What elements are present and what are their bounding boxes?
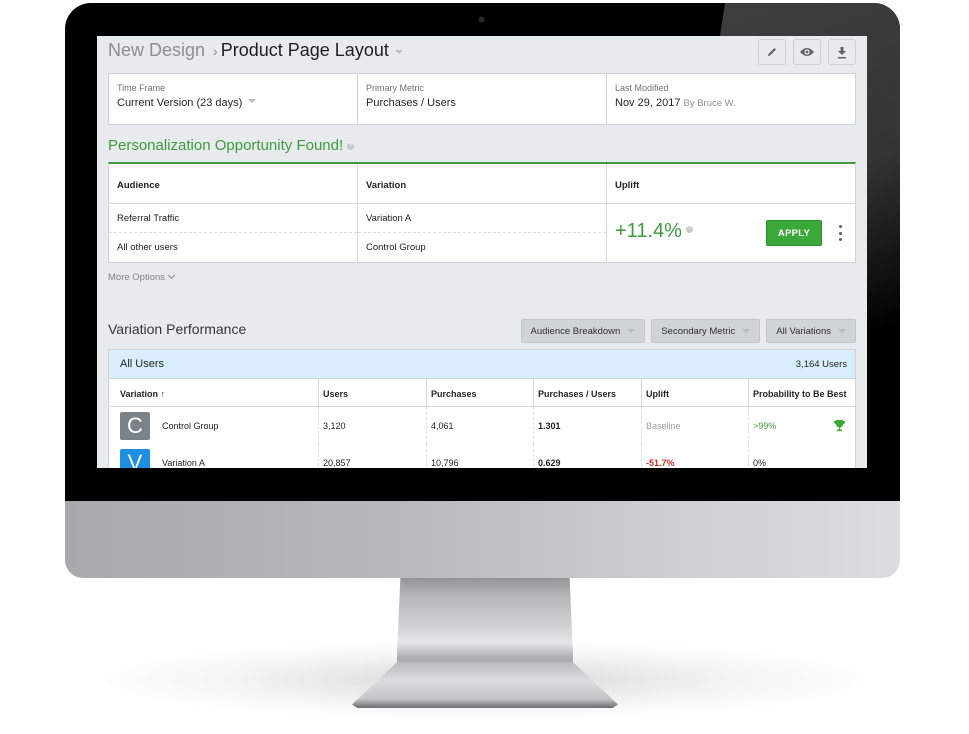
uplift-cell: -51.7% [642, 444, 749, 468]
chevron-down-icon[interactable] [394, 50, 403, 54]
dropdown-label: Audience Breakdown [530, 325, 621, 337]
variation-performance-table: All Users 3,164 Users Variation ↑ Users … [108, 349, 856, 468]
column-header-purchases-per-user[interactable]: Purchases / Users [534, 379, 642, 406]
monitor-stand-base [352, 662, 618, 708]
chevron-down-icon [167, 271, 176, 280]
audience-column: Referral Traffic All other users [109, 204, 358, 262]
page-title[interactable]: Product Page Layout [221, 40, 389, 61]
chevron-down-icon [248, 99, 257, 104]
purchases-cell: 10,796 [427, 444, 534, 468]
column-header-uplift: Uplift [615, 180, 640, 191]
performance-table-header: Variation ↑ Users Purchases Purchases / … [109, 379, 855, 407]
help-icon[interactable]: ? [685, 226, 693, 234]
segment-name: All Users [120, 358, 165, 370]
purchases-cell: 4,061 [427, 407, 534, 444]
preview-button[interactable] [793, 39, 821, 65]
download-button[interactable] [828, 39, 856, 65]
uplift-value-text: +11.4% [615, 220, 682, 242]
segment-row[interactable]: All Users 3,164 Users [109, 350, 855, 379]
trophy-icon [834, 420, 845, 432]
more-options-toggle[interactable]: More Options [108, 271, 176, 283]
column-header-purchases[interactable]: Purchases [427, 379, 534, 406]
secondary-metric-dropdown[interactable]: Secondary Metric [651, 319, 761, 343]
chevron-down-icon [742, 329, 751, 333]
opportunity-title-text: Personalization Opportunity Found! [108, 137, 344, 154]
users-cell: 3,120 [319, 407, 427, 444]
variation-cell: V Variation A [109, 444, 319, 468]
page-header: New Design › Product Page Layout [108, 39, 856, 66]
ratio-cell: 0.629 [534, 444, 642, 468]
variation-badge: C [120, 411, 150, 440]
performance-filters: Audience Breakdown Secondary Metric All … [520, 319, 856, 343]
opportunity-table-body: Referral Traffic All other users Variati… [109, 204, 855, 262]
probability-value: >99% [753, 420, 777, 431]
last-modified-label: Last Modified [615, 83, 669, 93]
column-header-uplift[interactable]: Uplift [642, 379, 749, 406]
time-frame-value: Current Version (23 days) [117, 97, 243, 109]
dropdown-label: All Variations [776, 325, 831, 337]
audience-cell: Referral Traffic [109, 204, 357, 233]
uplift-cell: +11.4%? APPLY [607, 204, 855, 262]
variation-name: Control Group [162, 420, 219, 431]
monitor-chin [65, 501, 900, 578]
primary-metric: Primary Metric Purchases / Users [358, 74, 607, 124]
more-options-label: More Options [108, 272, 166, 283]
ratio-cell: 1.301 [534, 407, 642, 444]
last-modified-date: Nov 29, 2017 [615, 97, 681, 109]
pencil-icon [768, 48, 776, 56]
column-header-variation: Variation [358, 164, 607, 203]
column-header-audience: Audience [109, 164, 358, 203]
breadcrumb-separator: › [213, 43, 218, 59]
opportunity-table: Audience Variation Uplift Referral Traff… [108, 162, 856, 263]
app-screen: New Design › Product Page Layout Time Fr… [97, 36, 867, 468]
experiment-info-bar: Time Frame Current Version (23 days) Pri… [108, 73, 856, 125]
last-modified-author: By Bruce W. [683, 98, 736, 109]
opportunity-title: Personalization Opportunity Found!? [108, 137, 355, 154]
probability-cell: >99% [749, 407, 855, 444]
variation-column: Variation A Control Group [358, 204, 607, 262]
table-row[interactable]: V Variation A 20,857 10,796 0.629 -51.7%… [109, 444, 855, 468]
breadcrumb-parent-link[interactable]: New Design [108, 40, 205, 61]
audience-breakdown-dropdown[interactable]: Audience Breakdown [520, 319, 646, 343]
time-frame-label: Time Frame [117, 83, 166, 93]
variation-cell: C Control Group [109, 407, 319, 444]
users-cell: 20,857 [319, 444, 427, 468]
camera-icon [479, 17, 484, 22]
download-icon [838, 46, 846, 58]
primary-metric-label: Primary Metric [366, 83, 424, 93]
help-icon[interactable]: ? [347, 142, 355, 150]
variation-badge: V [120, 448, 150, 468]
variation-name: Variation A [162, 457, 205, 468]
column-header-users[interactable]: Users [319, 379, 427, 406]
probability-cell: 0% [753, 457, 767, 468]
more-actions-icon[interactable] [838, 225, 842, 241]
toolbar [758, 39, 856, 65]
chevron-down-icon [627, 329, 636, 333]
breadcrumb: New Design › Product Page Layout [108, 40, 856, 61]
uplift-value: +11.4%? [615, 220, 693, 243]
edit-button[interactable] [758, 39, 786, 65]
opportunity-table-header: Audience Variation Uplift [109, 164, 855, 204]
column-header-variation[interactable]: Variation ↑ [109, 379, 319, 406]
segment-user-count: 3,164 Users [795, 358, 847, 370]
table-row[interactable]: C Control Group 3,120 4,061 1.301 Baseli… [109, 407, 855, 444]
all-variations-dropdown[interactable]: All Variations [766, 319, 856, 343]
uplift-cell: Baseline [642, 407, 749, 444]
dropdown-label: Secondary Metric [661, 325, 736, 337]
variation-cell: Variation A [358, 204, 606, 233]
last-modified: Last Modified Nov 29, 2017 By Bruce W. [607, 74, 855, 124]
variation-cell: Control Group [366, 242, 426, 253]
column-header-probability[interactable]: Probability to Be Best [749, 379, 855, 406]
apply-button[interactable]: APPLY [766, 220, 822, 246]
eye-icon [800, 48, 814, 56]
audience-cell: All other users [117, 242, 178, 253]
time-frame-selector[interactable]: Time Frame Current Version (23 days) [109, 74, 358, 124]
primary-metric-value: Purchases / Users [366, 97, 456, 109]
chevron-down-icon [838, 329, 846, 333]
variation-performance-title: Variation Performance [108, 321, 247, 337]
